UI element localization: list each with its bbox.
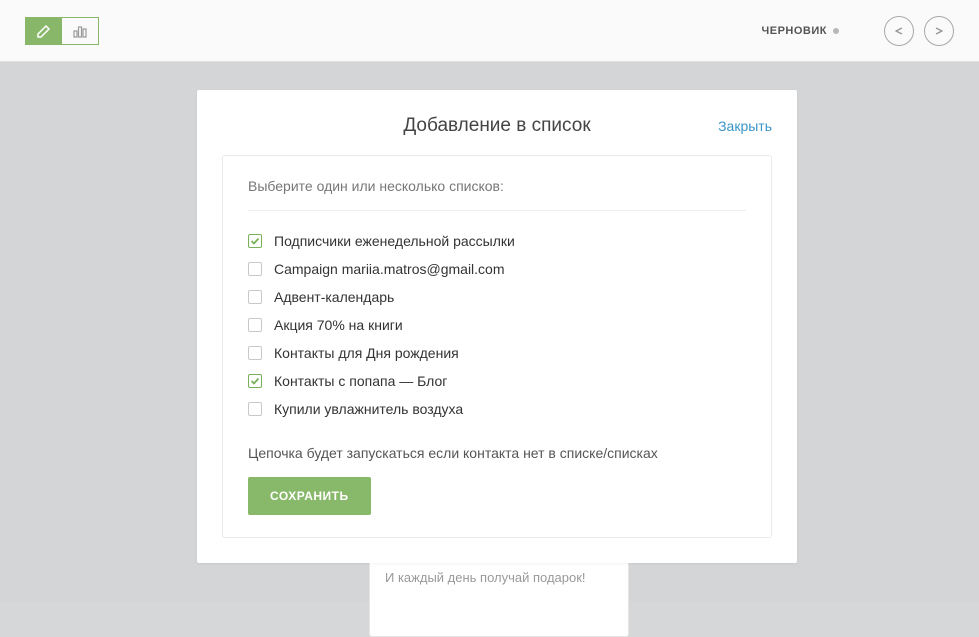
- modal-body: Выберите один или несколько списков: Под…: [222, 155, 772, 538]
- checkbox-label: Контакты с попапа — Блог: [274, 373, 447, 389]
- redo-button[interactable]: [924, 16, 954, 46]
- edit-mode-tab[interactable]: [26, 18, 62, 44]
- checkbox[interactable]: [248, 402, 262, 416]
- checkbox-label: Адвент-календарь: [274, 289, 394, 305]
- check-icon: [250, 376, 260, 386]
- add-to-list-modal: Добавление в список Закрыть Выберите оди…: [197, 90, 797, 563]
- modal-subtitle: Выберите один или несколько списков:: [248, 178, 746, 211]
- checkbox[interactable]: [248, 234, 262, 248]
- checkbox-label: Акция 70% на книги: [274, 317, 403, 333]
- checkbox[interactable]: [248, 374, 262, 388]
- checkbox[interactable]: [248, 290, 262, 304]
- checkbox-label: Контакты для Дня рождения: [274, 345, 459, 361]
- checkbox[interactable]: [248, 346, 262, 360]
- checkbox[interactable]: [248, 262, 262, 276]
- checkbox[interactable]: [248, 318, 262, 332]
- list-item[interactable]: Campaign mariia.matros@gmail.com: [248, 255, 746, 283]
- list-item[interactable]: Адвент-календарь: [248, 283, 746, 311]
- save-button[interactable]: СОХРАНИТЬ: [248, 477, 371, 515]
- modal-note: Цепочка будет запускаться если контакта …: [248, 445, 746, 461]
- list-item[interactable]: Контакты для Дня рождения: [248, 339, 746, 367]
- modal-title: Добавление в список: [403, 115, 590, 137]
- background-card-text: И каждый день получай подарок!: [385, 570, 586, 585]
- list-item[interactable]: Контакты с попапа — Блог: [248, 367, 746, 395]
- close-button[interactable]: Закрыть: [718, 118, 772, 134]
- status-dot-icon: [833, 28, 839, 34]
- checkbox-label: Купили увлажнитель воздуха: [274, 401, 463, 417]
- undo-button[interactable]: [884, 16, 914, 46]
- status-label: ЧЕРНОВИК: [762, 25, 827, 37]
- bar-chart-icon: [72, 23, 88, 39]
- check-icon: [250, 236, 260, 246]
- undo-icon: [892, 24, 906, 38]
- checkbox-label: Campaign mariia.matros@gmail.com: [274, 261, 505, 277]
- list-checklist: Подписчики еженедельной рассылки Campaign…: [248, 227, 746, 423]
- pencil-icon: [36, 23, 52, 39]
- list-item[interactable]: Купили увлажнитель воздуха: [248, 395, 746, 423]
- list-item[interactable]: Акция 70% на книги: [248, 311, 746, 339]
- redo-icon: [932, 24, 946, 38]
- list-item[interactable]: Подписчики еженедельной рассылки: [248, 227, 746, 255]
- topbar: ЧЕРНОВИК: [0, 0, 979, 62]
- background-card: И каждый день получай подарок!: [369, 552, 629, 637]
- modal-header: Добавление в список Закрыть: [197, 90, 797, 155]
- checkbox-label: Подписчики еженедельной рассылки: [274, 233, 515, 249]
- mode-toggle: [25, 17, 99, 45]
- stats-mode-tab[interactable]: [62, 18, 98, 44]
